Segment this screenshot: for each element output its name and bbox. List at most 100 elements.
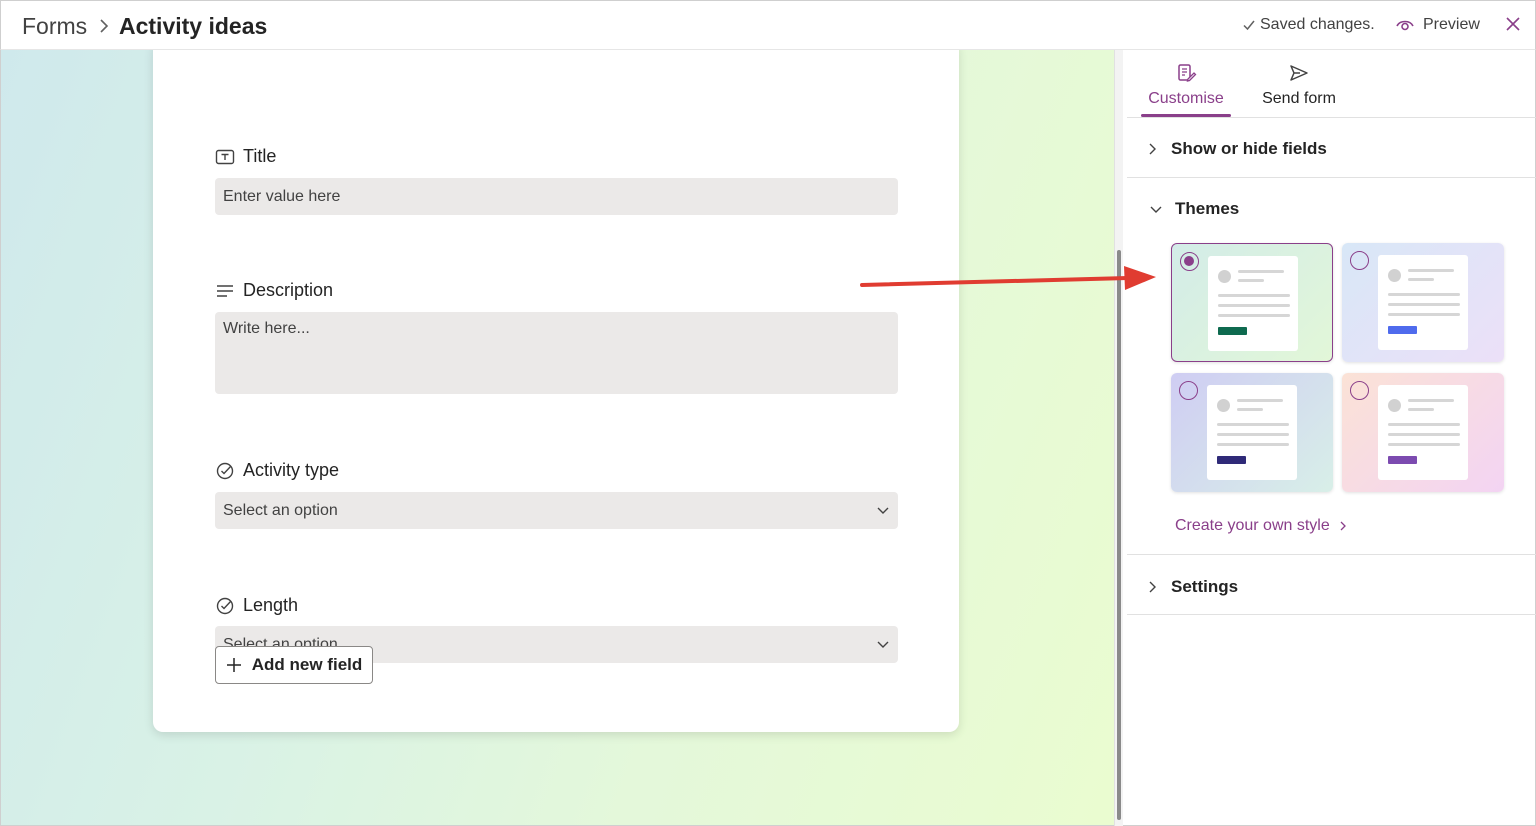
preview-label: Preview bbox=[1423, 16, 1480, 33]
show-hide-fields-label: Show or hide fields bbox=[1171, 139, 1327, 158]
chevron-down-icon bbox=[877, 507, 889, 514]
divider bbox=[1127, 177, 1536, 178]
add-new-field-label: Add new field bbox=[251, 655, 363, 674]
chevron-right-icon bbox=[1149, 581, 1156, 593]
theme-preview bbox=[1207, 385, 1297, 480]
theme-radio[interactable] bbox=[1179, 381, 1198, 400]
preview-line bbox=[1388, 433, 1460, 436]
top-bar: Forms Activity ideas Saved changes. Prev… bbox=[0, 0, 1536, 50]
tab-customise[interactable]: Customise bbox=[1142, 62, 1230, 108]
create-style-label: Create your own style bbox=[1175, 517, 1330, 534]
choice-check-icon bbox=[216, 462, 234, 479]
preview-line bbox=[1217, 423, 1289, 426]
plus-icon bbox=[226, 658, 241, 672]
chevron-right-icon bbox=[1149, 143, 1156, 155]
send-icon bbox=[1290, 65, 1308, 81]
activity-type-select[interactable]: Select an option bbox=[215, 492, 898, 529]
canvas-scrollbar[interactable] bbox=[1114, 50, 1123, 826]
preview-line bbox=[1237, 408, 1263, 411]
preview-line bbox=[1408, 269, 1454, 272]
description-textarea[interactable]: Write here... bbox=[215, 312, 898, 394]
text-field-icon bbox=[215, 149, 235, 164]
close-icon[interactable] bbox=[1504, 15, 1522, 33]
theme-card-indigo[interactable] bbox=[1171, 373, 1333, 492]
tab-send-form[interactable]: Send form bbox=[1259, 62, 1339, 108]
theme-card-green[interactable] bbox=[1171, 243, 1333, 362]
preview-line bbox=[1388, 443, 1460, 446]
choice-check-icon bbox=[216, 597, 234, 614]
activity-type-placeholder: Select an option bbox=[223, 502, 338, 519]
customise-panel: Customise Send form Show or hide fields … bbox=[1123, 50, 1536, 826]
divider bbox=[1127, 614, 1536, 615]
theme-radio[interactable] bbox=[1350, 251, 1369, 270]
theme-card-blue[interactable] bbox=[1342, 243, 1504, 362]
preview-button bbox=[1217, 456, 1246, 464]
field-label-length: Length bbox=[215, 595, 298, 616]
preview-line bbox=[1217, 433, 1289, 436]
preview-line bbox=[1217, 443, 1289, 446]
add-new-field-button[interactable]: Add new field bbox=[215, 646, 373, 684]
preview-line bbox=[1218, 304, 1290, 307]
divider bbox=[1127, 117, 1536, 118]
preview-line bbox=[1238, 270, 1284, 273]
save-status: Saved changes. bbox=[1242, 16, 1375, 34]
field-label-title: Title bbox=[215, 146, 276, 167]
preview-line bbox=[1408, 408, 1434, 411]
preview-button bbox=[1388, 456, 1417, 464]
eye-icon bbox=[1396, 20, 1414, 31]
preview-line bbox=[1408, 278, 1434, 281]
themes-toggle[interactable]: Themes bbox=[1149, 199, 1239, 219]
preview-line bbox=[1388, 303, 1460, 306]
form-edit-icon bbox=[1178, 64, 1197, 82]
description-placeholder: Write here... bbox=[223, 320, 310, 337]
theme-radio[interactable] bbox=[1180, 252, 1199, 271]
title-placeholder: Enter value here bbox=[223, 188, 341, 205]
theme-radio[interactable] bbox=[1350, 381, 1369, 400]
settings-label: Settings bbox=[1171, 577, 1239, 596]
preview-line bbox=[1388, 293, 1460, 296]
preview-line bbox=[1388, 423, 1460, 426]
checkmark-icon bbox=[1243, 20, 1255, 31]
field-label-text: Length bbox=[243, 595, 299, 615]
theme-preview bbox=[1208, 256, 1298, 351]
preview-avatar bbox=[1217, 399, 1230, 412]
preview-line bbox=[1218, 314, 1290, 317]
field-label-activity-type: Activity type bbox=[215, 460, 339, 481]
tab-customise-label: Customise bbox=[1148, 90, 1224, 107]
form-canvas: Title Enter value here Description Write… bbox=[0, 50, 1114, 826]
field-label-text: Description bbox=[243, 280, 334, 300]
preview-avatar bbox=[1388, 269, 1401, 282]
tab-send-form-label: Send form bbox=[1262, 90, 1336, 107]
multiline-text-icon bbox=[217, 284, 233, 297]
preview-button[interactable]: Preview bbox=[1395, 16, 1480, 34]
theme-preview bbox=[1378, 255, 1468, 350]
preview-avatar bbox=[1218, 270, 1231, 283]
field-label-text: Activity type bbox=[243, 460, 340, 480]
themes-label: Themes bbox=[1175, 199, 1240, 218]
chevron-right-icon bbox=[100, 19, 109, 33]
preview-line bbox=[1218, 294, 1290, 297]
theme-preview bbox=[1378, 385, 1468, 480]
chevron-down-icon bbox=[1150, 206, 1162, 213]
preview-line bbox=[1237, 399, 1283, 402]
breadcrumb-forms[interactable]: Forms bbox=[22, 13, 87, 40]
preview-line bbox=[1408, 399, 1454, 402]
divider bbox=[1127, 554, 1536, 555]
preview-button bbox=[1388, 326, 1417, 334]
field-label-description: Description bbox=[215, 280, 333, 301]
theme-card-peach[interactable] bbox=[1342, 373, 1504, 492]
preview-button bbox=[1218, 327, 1247, 335]
field-label-text: Title bbox=[243, 146, 277, 166]
chevron-right-icon bbox=[1340, 521, 1346, 531]
title-input[interactable]: Enter value here bbox=[215, 178, 898, 215]
form-card: Title Enter value here Description Write… bbox=[153, 50, 959, 732]
show-hide-fields-toggle[interactable]: Show or hide fields bbox=[1145, 139, 1327, 159]
settings-toggle[interactable]: Settings bbox=[1145, 577, 1238, 597]
preview-line bbox=[1388, 313, 1460, 316]
preview-line bbox=[1238, 279, 1264, 282]
preview-avatar bbox=[1388, 399, 1401, 412]
create-your-own-style-link[interactable]: Create your own style bbox=[1175, 517, 1348, 535]
saved-text: Saved changes. bbox=[1260, 16, 1375, 33]
chevron-down-icon bbox=[877, 641, 889, 648]
scrollbar-thumb[interactable] bbox=[1117, 250, 1121, 820]
